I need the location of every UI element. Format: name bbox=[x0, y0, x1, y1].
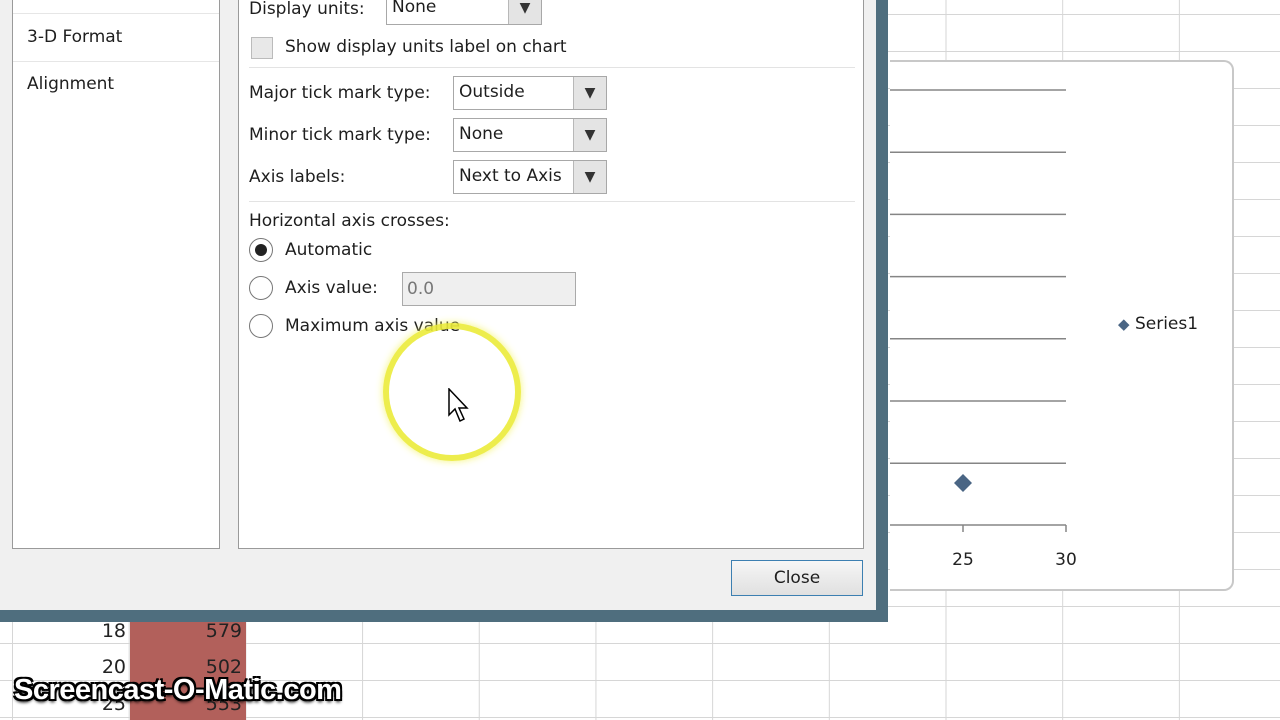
watermark: Screencast-O-Matic.com bbox=[14, 674, 342, 706]
close-button[interactable]: Close bbox=[731, 560, 863, 596]
display-units-label: Display units: bbox=[249, 0, 365, 19]
show-units-label: Show display units label on chart bbox=[285, 37, 567, 57]
minor-tick-select[interactable]: None ▼ bbox=[453, 118, 607, 152]
chevron-down-icon[interactable]: ▼ bbox=[573, 161, 606, 193]
list-divider bbox=[13, 13, 219, 14]
x-tick-label: 25 bbox=[952, 550, 974, 570]
minor-tick-value: None bbox=[459, 124, 504, 144]
section-divider bbox=[249, 201, 855, 202]
legend[interactable]: ◆ Series1 bbox=[1118, 314, 1198, 334]
chevron-down-icon[interactable]: ▼ bbox=[573, 119, 606, 151]
axis-value-text: 0.0 bbox=[407, 279, 435, 299]
legend-series-label: Series1 bbox=[1134, 314, 1199, 334]
radio-maximum-axis-value[interactable] bbox=[249, 314, 273, 338]
crosses-heading: Horizontal axis crosses: bbox=[249, 211, 450, 231]
axis-labels-label: Axis labels: bbox=[249, 167, 346, 187]
axis-labels-select[interactable]: Next to Axis ▼ bbox=[453, 160, 607, 194]
minor-tick-label: Minor tick mark type: bbox=[249, 125, 431, 145]
radio-axis-value[interactable] bbox=[249, 276, 273, 300]
section-divider bbox=[249, 67, 855, 68]
radio-axis-value-label[interactable]: Axis value: bbox=[285, 278, 378, 298]
display-units-value: None bbox=[392, 0, 437, 17]
sidebar-item-3d-format[interactable]: 3-D Format bbox=[27, 27, 122, 47]
radio-automatic-label[interactable]: Automatic bbox=[285, 240, 372, 260]
list-divider bbox=[13, 61, 219, 62]
major-tick-select[interactable]: Outside ▼ bbox=[453, 76, 607, 110]
sidebar-item-alignment[interactable]: Alignment bbox=[27, 74, 114, 94]
chevron-down-icon[interactable]: ▼ bbox=[508, 0, 541, 24]
chevron-down-icon[interactable]: ▼ bbox=[573, 77, 606, 109]
mouse-pointer-icon bbox=[448, 388, 469, 423]
major-tick-value: Outside bbox=[459, 82, 525, 102]
legend-marker-icon: ◆ bbox=[1118, 315, 1130, 333]
display-units-select[interactable]: None ▼ bbox=[386, 0, 542, 25]
axis-value-input[interactable]: 0.0 bbox=[402, 272, 576, 306]
format-axis-dialog: 3-D Format Alignment Display units: None… bbox=[0, 0, 888, 622]
data-point bbox=[954, 474, 972, 492]
x-tick-label: 30 bbox=[1055, 550, 1077, 570]
axis-options-panel: Display units: None ▼ Show display units… bbox=[238, 0, 864, 549]
category-list: 3-D Format Alignment bbox=[12, 0, 220, 549]
show-units-checkbox[interactable] bbox=[251, 37, 273, 59]
axis-labels-value: Next to Axis bbox=[459, 166, 562, 186]
major-tick-label: Major tick mark type: bbox=[249, 83, 431, 103]
radio-automatic[interactable] bbox=[249, 238, 273, 262]
